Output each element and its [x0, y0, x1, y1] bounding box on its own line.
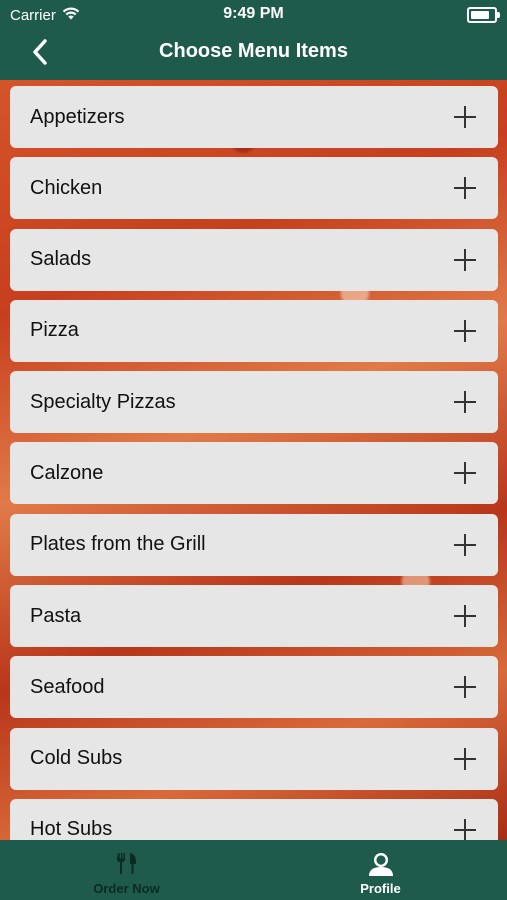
user-icon	[366, 850, 396, 878]
menu-category-label: Hot Subs	[30, 818, 113, 840]
menu-category-label: Pizza	[30, 319, 79, 342]
menu-category-label: Pasta	[30, 604, 82, 627]
utensils-icon	[112, 850, 142, 878]
plus-icon[interactable]	[454, 106, 476, 128]
battery-icon	[467, 7, 500, 23]
plus-icon[interactable]	[454, 533, 476, 556]
menu-category-label: Chicken	[30, 176, 103, 199]
menu-category-hot-subs[interactable]: Hot Subs	[10, 798, 498, 840]
menu-category-seafood[interactable]: Seafood	[10, 656, 498, 719]
menu-category-label: Salads	[30, 248, 92, 271]
plus-icon[interactable]	[454, 462, 476, 485]
menu-category-cold-subs[interactable]: Cold Subs	[10, 727, 498, 790]
menu-category-label: Specialty Pizzas	[30, 390, 176, 413]
menu-category-appetizers[interactable]: Appetizers	[10, 86, 498, 148]
tab-profile-label: Profile	[360, 881, 401, 896]
plus-icon[interactable]	[454, 818, 476, 840]
status-time: 9:49 PM	[223, 5, 284, 22]
page-title: Choose Menu Items	[159, 40, 348, 62]
plus-icon[interactable]	[454, 391, 476, 414]
plus-icon[interactable]	[454, 319, 476, 342]
menu-category-pasta[interactable]: Pasta	[10, 585, 498, 648]
menu-category-specialty-pizzas[interactable]: Specialty Pizzas	[10, 371, 498, 434]
nav-bar: Choose Menu Items	[0, 28, 507, 80]
menu-category-label: Plates from the Grill	[30, 533, 206, 556]
battery-level-fill	[471, 11, 489, 19]
menu-category-chicken[interactable]: Chicken	[10, 157, 498, 220]
menu-category-pizza[interactable]: Pizza	[10, 299, 498, 362]
tab-order-now-label: Order Now	[93, 881, 160, 896]
battery-cap	[497, 12, 500, 18]
app-screen: Carrier 9:49 PM Choose Menu Items Appeti…	[0, 0, 507, 900]
plus-icon[interactable]	[454, 605, 476, 628]
menu-content[interactable]: Appetizers Chicken Salads Pizza Specialt…	[0, 80, 507, 840]
plus-icon[interactable]	[454, 747, 476, 770]
plus-icon[interactable]	[454, 248, 476, 271]
tab-order-now[interactable]: Order Now	[0, 840, 253, 900]
status-bar: Carrier 9:49 PM	[0, 0, 507, 28]
menu-category-label: Cold Subs	[30, 747, 123, 770]
plus-icon[interactable]	[454, 676, 476, 699]
tab-profile[interactable]: Profile	[254, 840, 507, 900]
menu-category-label: Calzone	[30, 461, 104, 484]
menu-category-salads[interactable]: Salads	[10, 228, 498, 291]
menu-category-calzone[interactable]: Calzone	[10, 442, 498, 505]
tab-bar: Order Now Profile	[0, 840, 507, 900]
menu-category-label: Seafood	[30, 675, 105, 698]
menu-category-plates-from-the-grill[interactable]: Plates from the Grill	[10, 513, 498, 576]
plus-icon[interactable]	[454, 177, 476, 200]
menu-category-list: Appetizers Chicken Salads Pizza Specialt…	[10, 86, 498, 840]
menu-category-label: Appetizers	[30, 105, 125, 128]
header: Carrier 9:49 PM Choose Menu Items	[0, 0, 507, 80]
